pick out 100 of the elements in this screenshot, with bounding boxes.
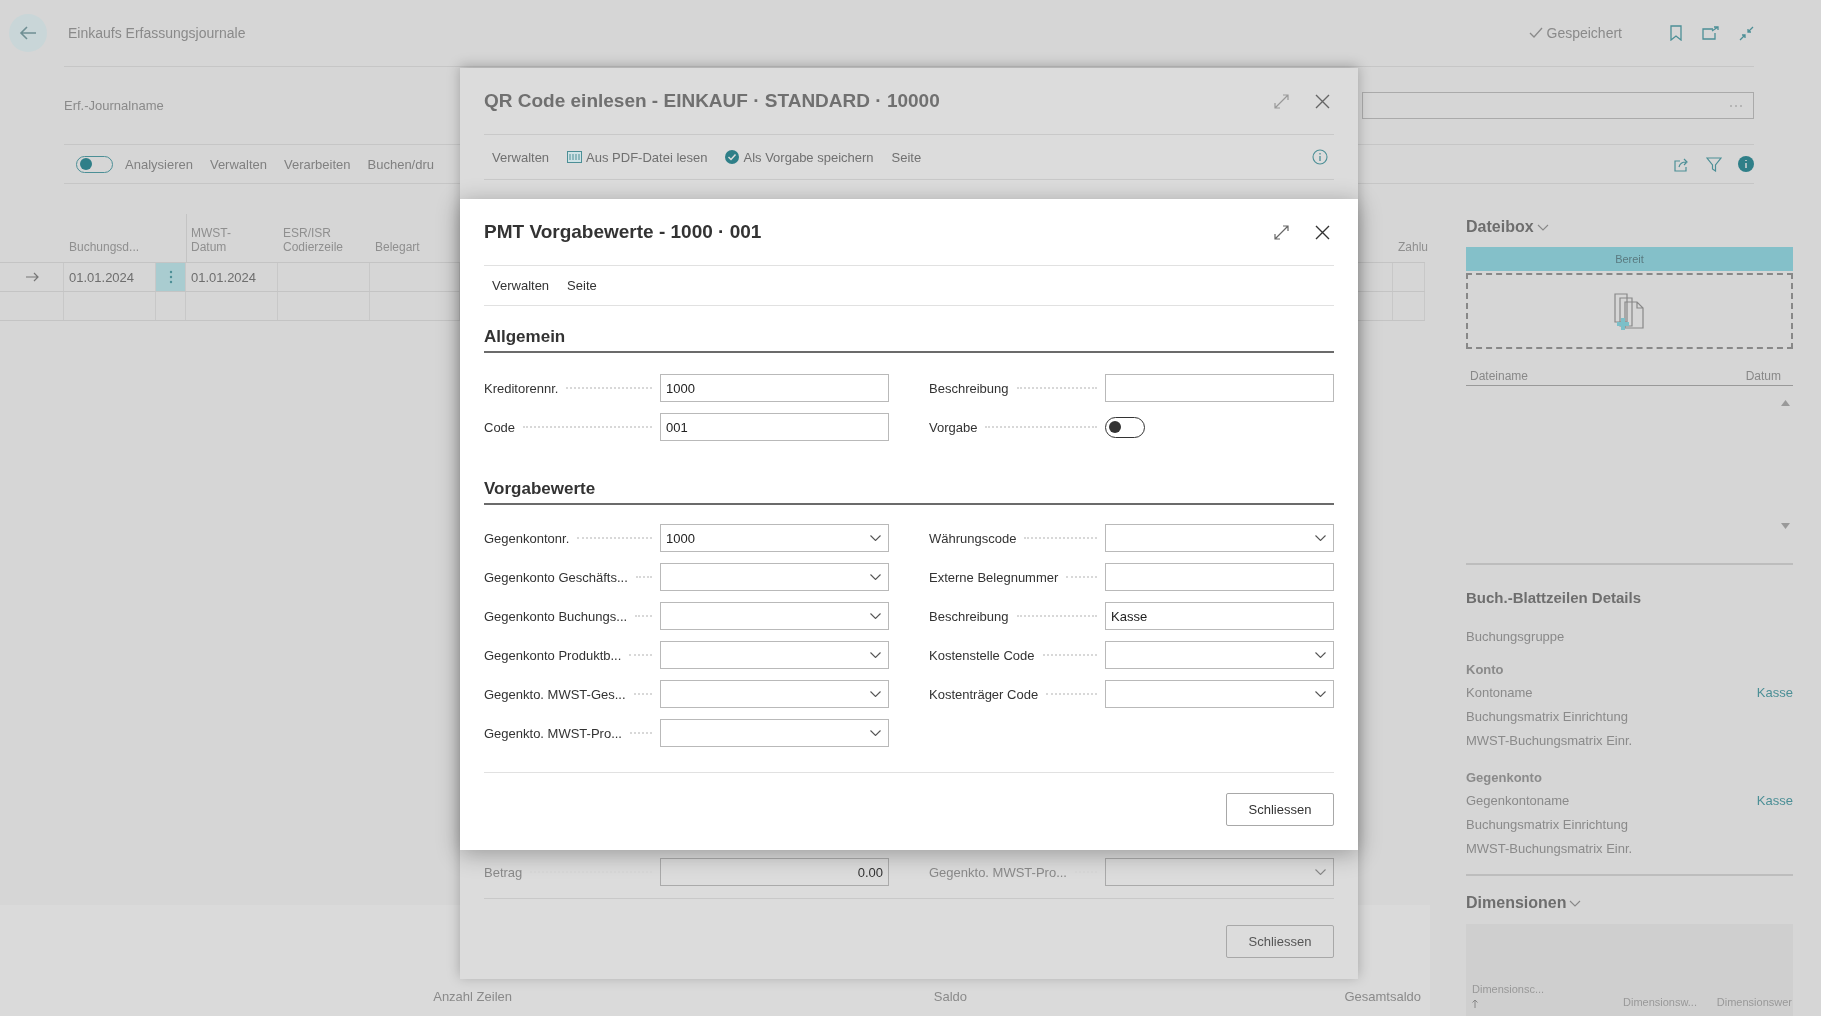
dropdown-field[interactable]: [1105, 680, 1334, 708]
number-grid-icon: [567, 151, 583, 163]
section-title: Dateibox: [1466, 218, 1534, 236]
expand-icon[interactable]: [1274, 224, 1289, 240]
dropdown-field[interactable]: [660, 641, 889, 669]
chevron-down-icon[interactable]: [870, 613, 881, 619]
toolbar-item[interactable]: Seite: [567, 278, 597, 293]
new-window-icon[interactable]: [1702, 26, 1719, 40]
detail-link[interactable]: Kasse: [1756, 684, 1793, 700]
text-field[interactable]: 001: [660, 413, 889, 441]
check-circle-icon: [725, 150, 740, 164]
chevron-down-icon[interactable]: [1315, 691, 1326, 697]
amount-field[interactable]: 0.00: [660, 858, 889, 886]
detail-label: MWST-Buchungsmatrix Einr.: [1466, 732, 1633, 748]
drop-zone[interactable]: [1466, 273, 1793, 349]
field-label: Betrag: [484, 864, 523, 880]
journal-name-field[interactable]: [1362, 92, 1754, 119]
toolbar-item[interactable]: Verwalten: [209, 156, 268, 172]
back-button[interactable]: [9, 14, 47, 52]
section-title: Vorgabewerte: [484, 479, 1334, 505]
chevron-down-icon[interactable]: [870, 652, 881, 658]
dropdown-field[interactable]: [660, 719, 889, 747]
chevron-down-icon[interactable]: [870, 730, 881, 736]
text-field[interactable]: [1105, 374, 1334, 402]
toolbar-item[interactable]: Seite: [891, 149, 922, 165]
toolbar-item[interactable]: Aus PDF-Datei lesen: [567, 149, 708, 165]
column-header[interactable]: Buchungsd...: [64, 214, 156, 262]
field-label: Externe Belegnummer: [929, 569, 1059, 585]
toolbar-item[interactable]: Verwalten: [492, 149, 550, 165]
detail-label: MWST-Buchungsmatrix Einr.: [1466, 840, 1633, 856]
text-field[interactable]: 1000: [660, 374, 889, 402]
dropdown-field[interactable]: [660, 680, 889, 708]
column-header[interactable]: Dateiname: [1470, 369, 1529, 383]
back-arrow-icon: [19, 26, 37, 40]
toolbar-item[interactable]: Buchen/dru: [367, 156, 435, 172]
collapse-icon[interactable]: [1739, 25, 1754, 41]
detail-label: Kontoname: [1466, 684, 1533, 700]
dropdown-field[interactable]: [1105, 524, 1334, 552]
field-label: Kreditorennr.: [484, 380, 559, 396]
detail-label: Buchungsmatrix Einrichtung: [1466, 708, 1628, 724]
field-label: Gegenkto. MWST-Pro...: [484, 725, 622, 741]
section-title: Dimensionen: [1466, 894, 1567, 912]
chevron-down-icon[interactable]: [870, 574, 881, 580]
field-label: Währungscode: [929, 530, 1017, 546]
field-label: Vorgabe: [929, 419, 978, 435]
chevron-down-icon[interactable]: [1315, 652, 1326, 658]
section-title: Allgemein: [484, 327, 1334, 353]
text-field[interactable]: Kasse: [1105, 602, 1334, 630]
more-icon[interactable]: [1729, 103, 1743, 108]
group-title: Gegenkonto: [1466, 768, 1543, 787]
dialog-title: QR Code einlesen - EINKAUF · STANDARD · 10000: [484, 90, 940, 112]
chevron-down-icon[interactable]: [870, 691, 881, 697]
field-label: Erf.-Journalname: [64, 98, 164, 113]
field-label: Beschreibung: [929, 380, 1009, 396]
toolbar-item[interactable]: Als Vorgabe speichern: [725, 149, 874, 165]
save-status: Gespeichert: [1546, 25, 1622, 41]
column-header[interactable]: Datum: [1745, 369, 1781, 383]
column-header[interactable]: MWST- Datum: [186, 214, 278, 262]
dropdown-field[interactable]: [1105, 641, 1334, 669]
footer-label: Anzahl Zeilen: [432, 989, 512, 1004]
footer-label: Saldo: [932, 989, 967, 1004]
field-label: Gegenkonto Produktb...: [484, 647, 622, 663]
filter-icon[interactable]: [1706, 156, 1722, 172]
dropdown-field[interactable]: 1000: [660, 524, 889, 552]
toolbar-item[interactable]: Analysieren: [125, 156, 193, 172]
sort-arrow-icon: [1472, 999, 1478, 1008]
vertical-dots-icon: [168, 270, 173, 284]
field-label: Gegenkontonr.: [484, 530, 570, 546]
dropdown-field[interactable]: [660, 563, 889, 591]
column-header[interactable]: Zahlu: [1393, 214, 1425, 262]
close-button[interactable]: Schliessen: [1226, 925, 1334, 958]
table-cell: 01.01.2024: [191, 269, 257, 285]
field-label: Gegenkonto Geschäfts...: [484, 569, 628, 585]
scroll-up-icon[interactable]: [1781, 400, 1790, 406]
page-title: Einkaufs Erfassungsjournale: [68, 25, 246, 41]
field-label: Gegenkonto Buchungs...: [484, 608, 628, 624]
detail-link[interactable]: Kasse: [1756, 792, 1793, 808]
column-header[interactable]: ESR/ISR Codierzeile: [278, 214, 370, 262]
toolbar-item[interactable]: Verarbeiten: [284, 156, 351, 172]
section-title: Buch.-Blattzeilen Details: [1466, 589, 1643, 606]
footer-label: Gesamtsaldo: [1343, 989, 1421, 1004]
toolbar-item[interactable]: Verwalten: [492, 278, 550, 293]
close-icon[interactable]: [1315, 224, 1330, 240]
column-header[interactable]: Belegart: [370, 214, 460, 262]
text-field[interactable]: [1105, 563, 1334, 591]
close-button[interactable]: Schliessen: [1226, 793, 1334, 826]
status-bar: Bereit: [1466, 247, 1793, 271]
detail-label: Gegenkontoname: [1466, 792, 1570, 808]
group-title: Konto: [1466, 660, 1505, 679]
scroll-down-icon[interactable]: [1781, 523, 1790, 529]
info-icon[interactable]: [1312, 149, 1328, 165]
dropdown-field[interactable]: [660, 602, 889, 630]
chevron-down-icon[interactable]: [1315, 535, 1326, 541]
chevron-down-icon[interactable]: [870, 535, 881, 541]
dropdown-field[interactable]: [1105, 858, 1334, 886]
bookmark-icon[interactable]: [1670, 25, 1682, 41]
checkmark-icon: [1528, 27, 1543, 39]
share-icon[interactable]: [1674, 156, 1690, 172]
info-icon[interactable]: [1738, 156, 1754, 172]
field-label: Code: [484, 419, 516, 435]
